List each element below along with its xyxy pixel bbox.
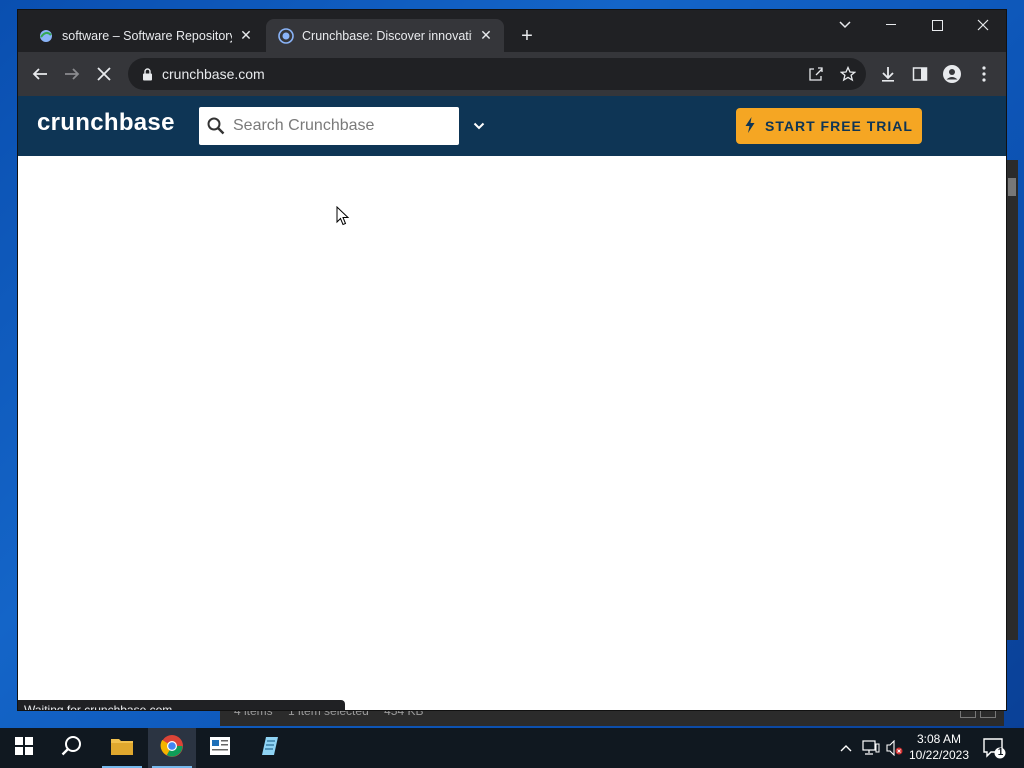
chrome-icon <box>160 734 184 763</box>
tab-strip: software – Software Repository ✕ Crunchb… <box>18 10 1006 52</box>
clock-time: 3:08 AM <box>916 732 962 746</box>
tab-software-repository[interactable]: software – Software Repository ✕ <box>26 19 264 52</box>
windows-taskbar: 3:08 AM 10/22/2023 1 <box>0 728 1024 768</box>
background-scrollbar[interactable] <box>1006 160 1018 640</box>
tab-search-button[interactable] <box>822 10 868 40</box>
start-button[interactable] <box>0 728 48 768</box>
bookmark-star-icon[interactable] <box>836 62 860 86</box>
share-icon[interactable] <box>804 62 828 86</box>
news-app-taskbar-button[interactable] <box>196 728 244 768</box>
loading-status-bar: Waiting for crunchbase.com... <box>18 700 345 710</box>
notepad-icon <box>258 735 280 762</box>
search-filter-dropdown[interactable] <box>469 116 489 136</box>
menu-kebab-icon[interactable] <box>970 60 998 88</box>
newspaper-icon <box>209 736 231 761</box>
clock-date: 10/22/2023 <box>908 748 970 762</box>
chrome-window: software – Software Repository ✕ Crunchb… <box>18 10 1006 710</box>
repository-favicon-icon <box>38 28 54 44</box>
chrome-taskbar-button[interactable] <box>148 728 196 768</box>
crunchbase-header: crunchbase START FREE TRIAL <box>18 96 1006 156</box>
stop-loading-button[interactable] <box>90 60 118 88</box>
chevron-up-icon <box>840 739 852 757</box>
close-window-button[interactable] <box>960 10 1006 40</box>
lock-icon[interactable] <box>140 67 154 81</box>
search-input[interactable] <box>233 117 443 135</box>
action-center-button[interactable]: 1 <box>982 736 1006 760</box>
crunchbase-logo[interactable]: crunchbase <box>37 109 175 137</box>
lightning-bolt-icon <box>745 116 755 136</box>
browser-toolbar: crunchbase.com <box>18 52 1006 96</box>
tab-crunchbase[interactable]: Crunchbase: Discover innovative ✕ <box>266 19 504 52</box>
search-taskbar-button[interactable] <box>48 728 96 768</box>
crunchbase-search-box[interactable] <box>199 107 459 145</box>
search-icon <box>61 735 83 762</box>
forward-button[interactable] <box>58 60 86 88</box>
system-clock[interactable]: 3:08 AM 10/22/2023 <box>904 731 974 763</box>
scrollbar-thumb[interactable] <box>1008 178 1016 196</box>
crunchbase-favicon-icon <box>278 27 294 44</box>
start-free-trial-button[interactable]: START FREE TRIAL <box>736 108 922 144</box>
network-icon[interactable] <box>860 728 882 768</box>
tab-title: software – Software Repository <box>62 28 232 43</box>
trial-label: START FREE TRIAL <box>765 118 913 134</box>
side-panel-icon[interactable] <box>906 60 934 88</box>
search-icon <box>207 117 225 135</box>
address-bar[interactable]: crunchbase.com <box>128 58 866 90</box>
windows-logo-icon <box>15 736 33 760</box>
minimize-button[interactable] <box>868 10 914 40</box>
tab-title: Crunchbase: Discover innovative <box>302 28 472 43</box>
volume-muted-icon[interactable] <box>884 728 906 768</box>
maximize-button[interactable] <box>914 10 960 40</box>
show-hidden-icons-button[interactable] <box>836 728 856 768</box>
download-icon[interactable] <box>874 60 902 88</box>
close-icon[interactable]: ✕ <box>478 27 494 44</box>
chevron-down-icon <box>473 117 485 135</box>
profile-avatar-icon[interactable] <box>938 60 966 88</box>
new-tab-button[interactable]: + <box>516 25 538 47</box>
close-icon[interactable]: ✕ <box>238 27 254 44</box>
folder-icon <box>110 736 134 761</box>
mouse-cursor-icon <box>336 206 350 226</box>
url-text: crunchbase.com <box>162 66 265 82</box>
back-button[interactable] <box>26 60 54 88</box>
file-explorer-taskbar-button[interactable] <box>98 728 146 768</box>
notification-count-badge: 1 <box>997 747 1004 758</box>
page-content: crunchbase START FREE TRIAL <box>18 96 1006 710</box>
notepad-taskbar-button[interactable] <box>245 728 293 768</box>
